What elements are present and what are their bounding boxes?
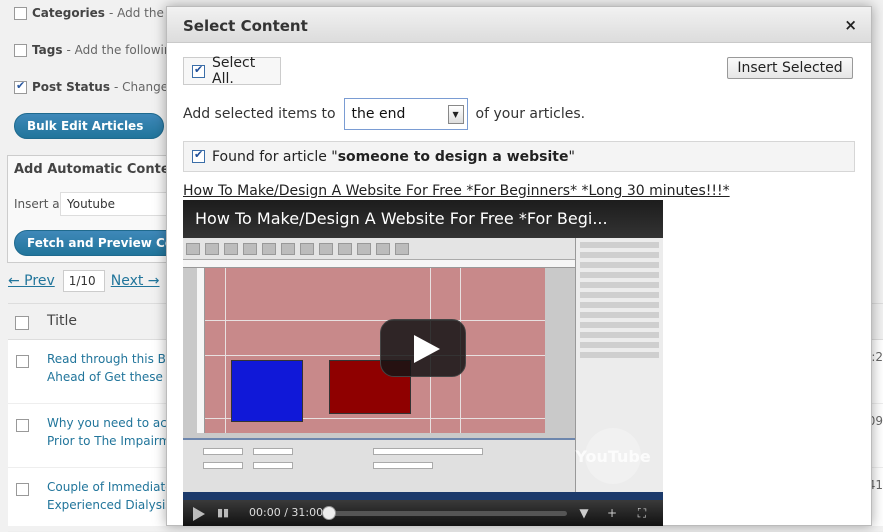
option-tags[interactable]: Tags - Add the following bbox=[14, 41, 179, 59]
title-column-header: Title bbox=[47, 313, 78, 329]
close-icon[interactable]: × bbox=[844, 16, 857, 34]
select-all-toggle[interactable]: Select All. bbox=[183, 55, 281, 87]
page-input[interactable]: 1/10 bbox=[62, 270, 105, 292]
option-desc: - Add the following bbox=[66, 43, 180, 57]
dropdown-arrow-icon[interactable]: ▼ bbox=[447, 105, 464, 124]
add-position-row: Add selected items to the end ▼ of your … bbox=[183, 97, 585, 131]
time-display: 00:00 / 31:00 bbox=[249, 506, 324, 519]
article-link-line1: Read through this Be bbox=[47, 352, 172, 366]
fullscreen-icon[interactable]: ⛶ bbox=[633, 505, 651, 521]
thumbnail-properties-panel bbox=[183, 438, 575, 492]
auto-content-title: Add Automatic Content bbox=[14, 162, 186, 177]
article-link-line2: Experienced Dialysis bbox=[47, 498, 172, 512]
thumbnail-blue-box bbox=[231, 360, 303, 422]
select-all-label: Select All. bbox=[212, 55, 256, 87]
play-icon[interactable] bbox=[193, 507, 205, 521]
select-all-checkbox[interactable] bbox=[15, 316, 29, 330]
article-link-line1: Why you need to acqu bbox=[47, 416, 172, 430]
option-label: Tags bbox=[32, 43, 63, 57]
add-prefix-text: Add selected items to bbox=[183, 106, 336, 122]
article-link-line2: Prior to The Impairme bbox=[47, 434, 172, 448]
tags-checkbox[interactable] bbox=[14, 43, 27, 57]
source-select[interactable]: Youtube bbox=[60, 192, 180, 216]
bulk-edit-button[interactable]: Bulk Edit Articles bbox=[14, 113, 164, 139]
play-icon[interactable] bbox=[380, 319, 466, 377]
thumbnail-ruler bbox=[183, 260, 575, 268]
dialog-header: Select Content × bbox=[167, 7, 871, 43]
insert-selected-button[interactable]: Insert Selected bbox=[727, 57, 853, 79]
found-article-checkbox[interactable] bbox=[192, 148, 205, 163]
insert-label: Insert a bbox=[14, 197, 60, 211]
add-suffix-text: of your articles. bbox=[475, 106, 586, 122]
volume-icon[interactable]: ▮▮ bbox=[217, 507, 231, 519]
option-post-status[interactable]: Post Status - Change th bbox=[14, 78, 184, 96]
video-player[interactable]: How To Make/Design A Website For Free *F… bbox=[183, 200, 663, 526]
progress-handle[interactable] bbox=[322, 506, 336, 520]
thumbnail-taskbar bbox=[183, 492, 663, 500]
found-article-row[interactable]: Found for article "someone to design a w… bbox=[183, 141, 855, 172]
position-select[interactable]: the end ▼ bbox=[343, 98, 468, 130]
video-title[interactable]: How To Make/Design A Website For Free *F… bbox=[195, 209, 608, 228]
option-label: Post Status bbox=[32, 80, 110, 94]
thumbnail-toolbar bbox=[183, 238, 575, 260]
fetch-preview-button[interactable]: Fetch and Preview Conte bbox=[14, 230, 180, 256]
position-select-value: the end bbox=[351, 106, 406, 122]
article-link[interactable]: Read through this Be Ahead of Get these … bbox=[47, 350, 172, 386]
article-link[interactable]: Couple of Immediate Experienced Dialysis bbox=[47, 478, 172, 514]
found-suffix-text: " bbox=[568, 148, 575, 165]
row-date: :2 bbox=[871, 350, 883, 364]
chevron-down-icon[interactable]: ▼ bbox=[575, 505, 593, 521]
found-prefix-text: Found for article " bbox=[212, 148, 338, 165]
next-link[interactable]: Next → bbox=[111, 273, 160, 289]
found-article-name: someone to design a website bbox=[337, 148, 569, 165]
auto-content-box: Add Automatic Content Insert a Youtube F… bbox=[7, 155, 185, 263]
video-title-link[interactable]: How To Make/Design A Website For Free *F… bbox=[183, 183, 730, 199]
thumbnail-ruler-left bbox=[197, 268, 205, 433]
youtube-logo: YouTube bbox=[575, 428, 651, 484]
player-controls: ▮▮ 00:00 / 31:00 ▼ + ⛶ bbox=[183, 500, 663, 526]
prev-link[interactable]: ← Prev bbox=[8, 273, 55, 289]
pagination: ← Prev 1/10 Next → bbox=[8, 270, 160, 292]
option-categories[interactable]: Categories - Add the foll bbox=[14, 4, 186, 22]
dialog-title: Select Content bbox=[183, 17, 308, 35]
add-icon[interactable]: + bbox=[603, 505, 621, 521]
select-all-checkbox[interactable] bbox=[192, 63, 205, 78]
row-checkbox[interactable] bbox=[16, 483, 29, 496]
categories-checkbox[interactable] bbox=[14, 6, 27, 20]
video-title-bar: How To Make/Design A Website For Free *F… bbox=[183, 200, 663, 238]
article-link-line1: Couple of Immediate bbox=[47, 480, 172, 494]
article-link-line2: Ahead of Get these W bbox=[47, 370, 172, 384]
row-checkbox[interactable] bbox=[16, 419, 29, 432]
option-label: Categories bbox=[32, 6, 105, 20]
row-checkbox[interactable] bbox=[16, 355, 29, 368]
progress-track[interactable] bbox=[329, 511, 567, 516]
post-status-checkbox[interactable] bbox=[14, 79, 27, 94]
article-link[interactable]: Why you need to acqu Prior to The Impair… bbox=[47, 414, 172, 450]
select-content-dialog: Select Content × Select All. Insert Sele… bbox=[166, 6, 872, 526]
thumbnail-canvas bbox=[205, 268, 545, 433]
